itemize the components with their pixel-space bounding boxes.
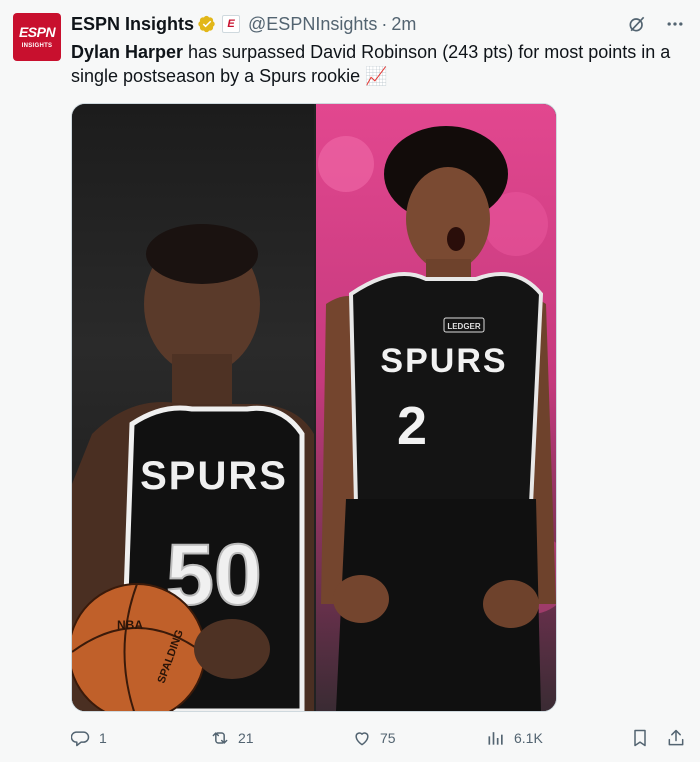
views-icon xyxy=(488,732,503,745)
tweet-text: Dylan Harper has surpassed David Robinso… xyxy=(71,40,686,88)
affiliate-badge[interactable]: E xyxy=(222,15,241,33)
ball-text: NBA xyxy=(117,618,143,632)
repost-button[interactable]: 21 xyxy=(210,728,352,748)
share-button[interactable] xyxy=(666,728,686,748)
right-jersey-number: 2 xyxy=(397,396,427,456)
like-icon xyxy=(355,732,369,746)
repost-icon xyxy=(212,732,228,744)
author-name[interactable]: ESPN Insights xyxy=(71,14,194,35)
views-button[interactable]: 6.1K xyxy=(486,728,628,748)
author-handle[interactable]: @ESPNInsights xyxy=(248,14,377,35)
more-icon[interactable] xyxy=(664,13,686,35)
right-jersey-text: SPURS xyxy=(380,342,507,380)
right-jersey-patch: LEDGER xyxy=(447,322,481,331)
photo-david-robinson[interactable]: SPURS 50 NBA SPALDING xyxy=(72,104,314,711)
photo-dylan-harper[interactable]: SPURS 2 LEDGER xyxy=(316,104,556,711)
views-count: 6.1K xyxy=(514,730,543,746)
reply-button[interactable]: 1 xyxy=(71,728,210,748)
avatar-brand: ESPN xyxy=(18,24,56,40)
tweet-header: ESPN Insights E @ESPNInsights · 2m xyxy=(71,13,416,35)
repost-count: 21 xyxy=(238,730,254,746)
avatar[interactable]: ESPN INSIGHTS xyxy=(13,13,61,61)
tweet-media[interactable]: SPURS 50 NBA SPALDING SPURS 2 LEDGER xyxy=(71,103,557,712)
reply-icon xyxy=(71,731,90,747)
like-count: 75 xyxy=(380,730,396,746)
tweet[interactable]: ESPN INSIGHTS ESPN Insights E @ESPNInsig… xyxy=(0,0,700,762)
verified-badge-icon[interactable] xyxy=(198,15,216,33)
mentioned-player: Dylan Harper xyxy=(71,42,184,62)
reply-count: 1 xyxy=(99,730,107,746)
grok-icon[interactable] xyxy=(626,13,648,35)
timestamp[interactable]: 2m xyxy=(391,14,416,35)
left-jersey-text: SPURS xyxy=(140,454,288,498)
action-bar: 1 21 75 6.1K xyxy=(71,722,686,754)
bookmark-button[interactable] xyxy=(630,728,650,748)
chart-emoji: 📈 xyxy=(365,66,388,86)
bookmark-icon xyxy=(634,729,646,747)
top-actions xyxy=(626,13,686,35)
like-button[interactable]: 75 xyxy=(352,728,486,748)
separator: · xyxy=(381,13,388,34)
share-icon xyxy=(668,729,684,746)
avatar-sub: INSIGHTS xyxy=(21,43,53,49)
right-actions xyxy=(630,728,686,748)
